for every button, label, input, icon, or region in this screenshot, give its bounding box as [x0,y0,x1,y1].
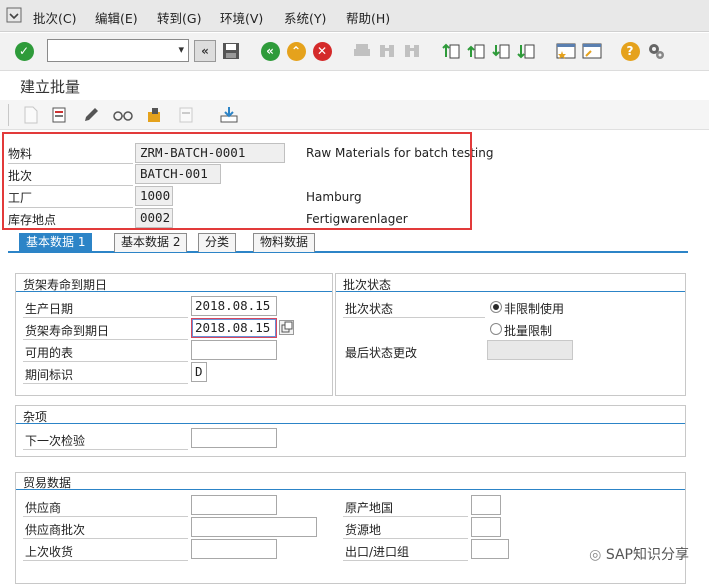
next-inspection-label: 下一次检验 [25,434,86,448]
menu-bar: 批次(C) 编辑(E) 转到(G) 环境(V) 系统(Y) 帮助(H) [0,0,709,32]
country-of-origin-input[interactable] [471,495,501,515]
available-table-underline [23,361,188,362]
batch-status-label: 批次状态 [345,302,394,316]
pencil-icon[interactable] [80,104,102,126]
new-document-icon[interactable] [20,104,42,126]
batch-status-underline [343,317,485,318]
last-status-change-label: 最后状态更改 [345,346,418,360]
document-list-icon[interactable] [176,104,198,126]
wechat-icon: ◎ [589,547,606,563]
vendor-input[interactable] [191,495,277,515]
chevron-down-icon[interactable]: ▾ [178,43,184,56]
vendor-underline [23,516,188,517]
period-indicator-label: 期间标识 [25,368,74,382]
next-inspection-input[interactable] [191,428,277,448]
trade-data-group-divider [16,489,685,490]
last-goods-receipt-input[interactable] [191,539,277,559]
unrestricted-radio[interactable] [490,301,502,313]
batch-status-group-divider [336,291,685,292]
import-export-group-label: 出口/进口组 [345,545,410,559]
production-date-underline [23,317,188,318]
menu-help[interactable]: 帮助(H) [346,8,390,27]
previous-page-icon[interactable] [465,40,487,62]
last-goods-receipt-underline [23,560,188,561]
tab-basic-data-2[interactable]: 基本数据 2 [114,233,188,252]
vendor-batch-underline [23,538,188,539]
classification-icon[interactable] [144,104,166,126]
shelf-life-expiry-input[interactable]: 2018.08.15 [191,318,277,338]
shelf-life-expiry-underline [23,339,188,340]
country-of-origin-label: 原产地国 [345,501,394,515]
available-table-label: 可用的表 [25,346,74,360]
import-export-group-input[interactable] [471,539,509,559]
menu-edit[interactable]: 编辑(E) [95,8,138,27]
batch-where-used-icon[interactable] [49,104,71,126]
misc-group-divider [16,423,685,424]
import-export-group-underline [343,560,468,561]
sap-menu-icon[interactable] [6,7,22,23]
find-next-icon[interactable] [401,40,423,62]
first-page-icon[interactable] [440,40,462,62]
region-of-origin-input[interactable] [471,517,501,537]
help-icon[interactable]: ? [619,40,641,62]
last-goods-receipt-label: 上次收货 [25,545,74,559]
restricted-radio[interactable] [490,323,502,335]
vendor-batch-label: 供应商批次 [25,523,86,537]
shortcut-icon[interactable] [581,40,603,62]
next-page-icon[interactable] [490,40,512,62]
page-title: 建立批量 [20,78,81,96]
unrestricted-radio-label: 非限制使用 [504,302,565,316]
toolbar-separator [8,104,9,126]
vendor-batch-input[interactable] [191,517,317,537]
find-icon[interactable] [376,40,398,62]
create-session-icon[interactable] [555,40,577,62]
export-icon[interactable] [218,104,240,126]
application-toolbar [0,100,709,130]
last-status-change-field [487,340,573,360]
value-help-icon[interactable] [279,320,294,335]
exit-icon[interactable]: ⌃ [285,40,307,62]
region-of-origin-underline [343,538,468,539]
menu-environment[interactable]: 环境(V) [220,8,263,27]
country-of-origin-underline [343,516,468,517]
menu-goto[interactable]: 转到(G) [157,8,201,27]
tab-material-data[interactable]: 物料数据 [253,233,316,252]
production-date-label: 生产日期 [25,302,74,316]
period-indicator-underline [23,383,188,384]
shelf-life-expiry-label: 货架寿命到期日 [25,324,110,338]
production-date-input[interactable]: 2018.08.15 [191,296,277,316]
period-indicator-input[interactable]: D [191,362,207,382]
restricted-radio-label: 批量限制 [504,324,553,338]
enter-icon[interactable]: ✓ [13,40,35,62]
save-icon[interactable] [220,40,242,62]
watermark-text: SAP知识分享 [605,547,689,563]
header-highlight-box [2,132,472,230]
customize-icon[interactable] [645,40,667,62]
next-inspection-underline [23,449,188,450]
standard-toolbar: ✓ ▾ « « ⌃ ✕ ? [0,33,709,71]
menu-system[interactable]: 系统(Y) [284,8,326,27]
last-page-icon[interactable] [515,40,537,62]
tab-classification[interactable]: 分类 [198,233,237,252]
title-bar: 建立批量 [0,72,709,99]
watermark: ◎ SAP知识分享 [589,544,689,564]
print-icon[interactable] [351,40,373,62]
available-table-input[interactable] [191,340,277,360]
tab-basic-data-1[interactable]: 基本数据 1 [19,233,93,252]
command-field[interactable]: ▾ [47,39,189,62]
menu-batch[interactable]: 批次(C) [33,8,76,27]
shelf-life-group-divider [16,291,332,292]
collapse-command-icon[interactable]: « [194,40,216,62]
cancel-icon[interactable]: ✕ [311,40,333,62]
back-icon[interactable]: « [259,40,281,62]
vendor-label: 供应商 [25,501,62,515]
display-glasses-icon[interactable] [112,104,134,126]
region-of-origin-label: 货源地 [345,523,382,537]
tabstrip-line [8,251,688,253]
